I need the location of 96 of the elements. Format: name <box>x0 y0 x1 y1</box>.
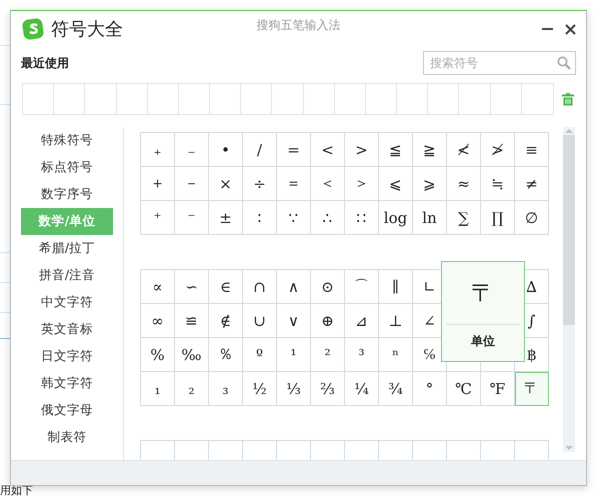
symbol-cell[interactable]: ≌ <box>175 304 209 338</box>
trash-icon[interactable] <box>562 92 574 106</box>
symbol-cell[interactable]: ⩽ <box>379 167 413 201</box>
symbol-cell[interactable]: ³ <box>345 338 379 372</box>
symbol-cell[interactable]: ¾ <box>379 372 413 406</box>
symbol-cell[interactable]: ∷ <box>345 201 379 235</box>
close-icon[interactable] <box>565 24 576 34</box>
symbol-cell[interactable]: ¼ <box>345 372 379 406</box>
symbol-cell[interactable]: ½ <box>243 372 277 406</box>
symbol-cell[interactable]: ∥ <box>379 270 413 304</box>
symbol-cell[interactable]: ⁿ <box>379 338 413 372</box>
category-item[interactable]: 特殊符号 <box>21 127 113 154</box>
symbol-cell[interactable]: • <box>209 133 243 167</box>
symbol-cell[interactable]: ＜ <box>311 167 345 201</box>
symbol-cell[interactable]: ⁺ <box>141 201 175 235</box>
symbol-cell[interactable]: ∶ <box>243 201 277 235</box>
search-field[interactable]: 搜索符号 <box>423 51 576 75</box>
symbol-cell[interactable]: ≡ <box>515 133 549 167</box>
symbol-cell[interactable]: ∅ <box>515 201 549 235</box>
symbol-cell[interactable]: ≦ <box>379 133 413 167</box>
symbol-cell[interactable]: ＝ <box>277 167 311 201</box>
symbol-cell[interactable]: ∈ <box>209 270 243 304</box>
section-title: 最近使用 <box>21 54 69 72</box>
symbol-cell[interactable]: ⅔ <box>311 372 345 406</box>
symbol-cell[interactable]: － <box>175 167 209 201</box>
symbol-cell[interactable]: ± <box>209 201 243 235</box>
symbol-cell[interactable]: ⁻ <box>175 201 209 235</box>
symbol-cell[interactable]: ∽ <box>175 270 209 304</box>
category-item[interactable]: 日文字符 <box>21 343 113 370</box>
category-item[interactable]: 韩文字符 <box>21 370 113 397</box>
symbol-cell[interactable]: ≯ <box>481 133 515 167</box>
symbol-cell[interactable]: ∨ <box>277 304 311 338</box>
symbol-cell[interactable]: ‰ <box>175 338 209 372</box>
symbol-cell[interactable]: ₋ <box>175 133 209 167</box>
symbol-cell[interactable]: ℃ <box>447 372 481 406</box>
symbol-cell[interactable]: = <box>277 133 311 167</box>
symbol-cell[interactable]: ₃ <box>209 372 243 406</box>
category-item[interactable]: 中文字符 <box>21 289 113 316</box>
category-item[interactable]: 俄文字母 <box>21 397 113 424</box>
symbol-cell[interactable]: ¹ <box>277 338 311 372</box>
symbol-cell[interactable]: ² <box>311 338 345 372</box>
symbol-cell[interactable]: ≈ <box>447 167 481 201</box>
symbol-cell[interactable]: ⩾ <box>413 167 447 201</box>
category-item[interactable]: 标点符号 <box>21 154 113 181</box>
symbol-cell[interactable]: ln <box>413 201 447 235</box>
window-title: 符号大全 <box>51 18 123 41</box>
symbol-cell[interactable]: < <box>311 133 345 167</box>
symbol-cell[interactable]: ∧ <box>277 270 311 304</box>
app-name: 搜狗五笔输入法 <box>256 17 340 34</box>
symbol-cell[interactable]: 〒 <box>515 372 549 406</box>
symbol-cell[interactable]: º <box>243 338 277 372</box>
symbol-cell[interactable]: ＋ <box>141 167 175 201</box>
category-item[interactable]: 拼音/注音 <box>21 262 113 289</box>
symbol-cell[interactable]: ⊙ <box>311 270 345 304</box>
category-item[interactable]: 英文音标 <box>21 316 113 343</box>
scroll-down-icon[interactable] <box>564 444 574 452</box>
symbol-cell[interactable]: ∝ <box>141 270 175 304</box>
background-text: 用如下 <box>0 485 33 497</box>
symbol-cell[interactable]: ∵ <box>277 201 311 235</box>
symbol-cell[interactable]: ∉ <box>209 304 243 338</box>
symbol-cell[interactable]: ∞ <box>141 304 175 338</box>
symbol-cell[interactable]: ＞ <box>345 167 379 201</box>
logo-icon <box>21 17 45 41</box>
symbol-cell[interactable]: ≒ <box>481 167 515 201</box>
symbol-cell[interactable]: ₂ <box>175 372 209 406</box>
symbol-cell[interactable]: ⌒ <box>345 270 379 304</box>
symbol-cell[interactable]: ⊕ <box>311 304 345 338</box>
symbol-cell[interactable]: ≮ <box>447 133 481 167</box>
minimize-icon[interactable] <box>542 28 553 30</box>
symbol-cell[interactable]: × <box>209 167 243 201</box>
symbol-cell[interactable]: ₁ <box>141 372 175 406</box>
scrollbar[interactable] <box>563 127 575 452</box>
symbol-cell[interactable]: ∴ <box>311 201 345 235</box>
symbol-cell[interactable]: ∑ <box>447 201 481 235</box>
symbol-cell[interactable]: ∩ <box>243 270 277 304</box>
symbol-cell[interactable]: ∏ <box>481 201 515 235</box>
preview-category: 单位 <box>471 333 495 350</box>
category-item[interactable]: 数字序号 <box>21 181 113 208</box>
preview-symbol: 〒 <box>471 278 495 309</box>
symbol-cell[interactable]: ⊿ <box>345 304 379 338</box>
symbol-cell[interactable]: ° <box>413 372 447 406</box>
category-item[interactable]: 制表符 <box>21 424 113 451</box>
symbol-cell[interactable]: ₊ <box>141 133 175 167</box>
symbol-cell[interactable]: log <box>379 201 413 235</box>
symbol-cell[interactable]: % <box>141 338 175 372</box>
symbol-cell[interactable]: ÷ <box>243 167 277 201</box>
symbol-cell[interactable]: > <box>345 133 379 167</box>
symbol-cell[interactable]: ％ <box>209 338 243 372</box>
category-item[interactable]: 希腊/拉丁 <box>21 235 113 262</box>
symbol-cell[interactable]: / <box>243 133 277 167</box>
symbol-cell[interactable]: ≠ <box>515 167 549 201</box>
symbol-cell[interactable]: ∪ <box>243 304 277 338</box>
symbol-cell[interactable]: ≧ <box>413 133 447 167</box>
symbol-cell[interactable]: ⊥ <box>379 304 413 338</box>
search-icon[interactable] <box>557 56 571 70</box>
symbol-cell[interactable]: ⅓ <box>277 372 311 406</box>
